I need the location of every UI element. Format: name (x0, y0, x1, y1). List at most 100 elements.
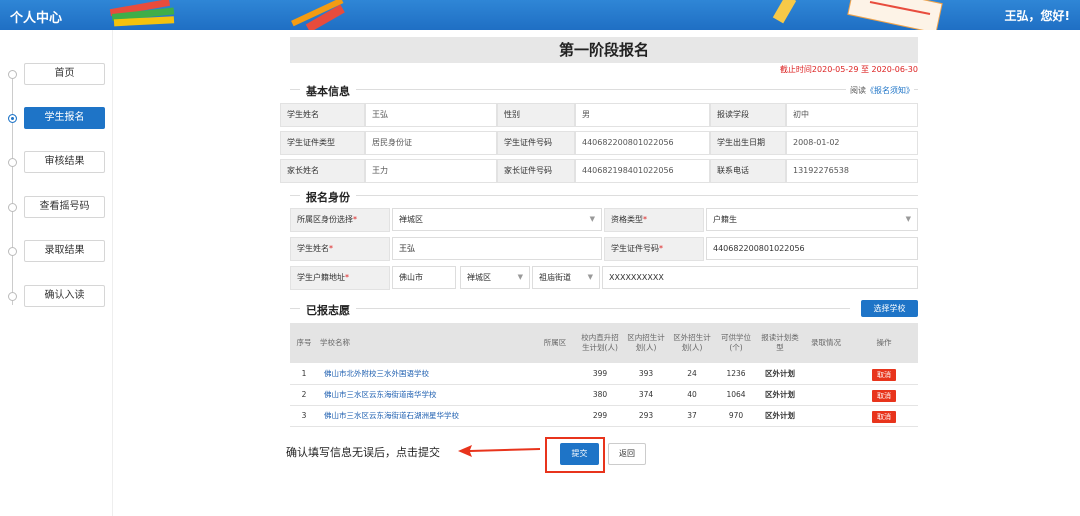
timeline-dot (8, 203, 17, 212)
select-school-button[interactable]: 选择学校 (861, 300, 918, 317)
address-label: 学生户籍地址* (290, 266, 390, 290)
info-value: 居民身份证 (365, 131, 497, 155)
row-plan-type: 区外计划 (765, 369, 795, 378)
info-label: 学生证件类型 (280, 131, 365, 155)
timeline-dot (8, 70, 17, 79)
section-label: 已报志愿 (300, 302, 356, 318)
notebook-icon (847, 0, 943, 30)
notice-link[interactable]: 《报名须知》 (866, 86, 914, 95)
row-no: 1 (301, 369, 307, 378)
info-label: 报读学段 (710, 103, 786, 127)
info-value: 440682198401022056 (575, 159, 710, 183)
column-header: 可供学位(个) (721, 333, 751, 352)
table-header: 序号 学校名称 所属区 校内直升招生计划(人) 区内招生计划(人) 区外招生计划… (290, 323, 918, 363)
submit-button[interactable]: 提交 (560, 443, 599, 465)
section-divider (290, 308, 850, 309)
cancel-button[interactable]: 取消 (872, 411, 896, 423)
top-header: 个人中心 王弘，您好! (0, 0, 1080, 30)
row-inner-plan: 399 (592, 369, 608, 378)
row-no: 2 (301, 390, 307, 399)
address-district-select[interactable]: 禅城区 ▼ (460, 266, 530, 289)
column-header: 校内直升招生计划(人) (581, 333, 619, 352)
row-plan-type: 区外计划 (765, 411, 795, 420)
table-row: 3 佛山市三水区云东海街道石湖洲星华学校 299 293 37 970 区外计划… (290, 406, 918, 427)
district-select[interactable]: 禅城区 ▼ (392, 208, 602, 231)
timeline-dot (8, 158, 17, 167)
column-header: 报读计划类型 (761, 333, 799, 352)
school-name-link[interactable]: 佛山市北外附校三水外国语学校 (324, 364, 534, 384)
info-label: 性别 (497, 103, 575, 127)
chevron-down-icon: ▼ (587, 273, 593, 281)
student-id-label: 学生证件号码* (604, 237, 704, 261)
read-notice: 阅读《报名须知》 (846, 85, 914, 96)
info-value: 440682200801022056 (575, 131, 710, 155)
qualification-label: 资格类型* (604, 208, 704, 232)
section-label: 基本信息 (300, 83, 356, 99)
sidebar-item-registration[interactable]: 学生报名 (24, 107, 105, 129)
row-seats: 1064 (726, 390, 746, 399)
timeline-dot (8, 292, 17, 301)
info-value: 王弘 (365, 103, 497, 127)
student-name-label: 学生姓名* (290, 237, 390, 261)
district-label: 所属区身份选择* (290, 208, 390, 232)
sidebar-item-home[interactable]: 首页 (24, 63, 105, 85)
back-button[interactable]: 返回 (608, 443, 646, 465)
row-out-district-plan: 40 (687, 390, 697, 399)
section-wishes: 已报志愿 (290, 302, 850, 318)
submit-hint: 确认填写信息无误后，点击提交 (286, 446, 440, 459)
address-city-field[interactable]: 佛山市 (392, 266, 456, 289)
info-label: 学生姓名 (280, 103, 365, 127)
student-name-field[interactable]: 王弘 (392, 237, 602, 260)
row-seats: 1236 (726, 369, 746, 378)
pencil-icon (291, 0, 345, 30)
cancel-button[interactable]: 取消 (872, 390, 896, 402)
section-divider (290, 195, 918, 196)
school-name-link[interactable]: 佛山市三水区云东海街道石湖洲星华学校 (324, 406, 534, 426)
chevron-down-icon: ▼ (905, 215, 911, 223)
section-divider (290, 89, 918, 90)
column-header: 所属区 (543, 338, 567, 347)
column-header: 录取情况 (811, 338, 841, 347)
chevron-down-icon: ▼ (589, 215, 595, 223)
section-label: 报名身份 (300, 189, 356, 205)
sidebar-item-review-result[interactable]: 审核结果 (24, 151, 105, 173)
read-prefix: 阅读 (850, 86, 866, 95)
sidebar-item-confirm-enrollment[interactable]: 确认入读 (24, 285, 105, 307)
address-street-select[interactable]: 祖庙街道 ▼ (532, 266, 600, 289)
sidebar-item-admission-result[interactable]: 录取结果 (24, 240, 105, 262)
student-id-field[interactable]: 440682200801022056 (706, 237, 918, 260)
column-header: 操作 (876, 338, 892, 347)
timeline-dot-active (8, 114, 17, 123)
row-admission (804, 385, 848, 405)
row-district (535, 385, 575, 405)
info-label: 学生出生日期 (710, 131, 786, 155)
column-header: 序号 (296, 338, 312, 347)
row-district (535, 406, 575, 426)
row-inner-plan: 380 (592, 390, 608, 399)
sidebar-timeline (12, 75, 13, 305)
row-no: 3 (301, 411, 307, 420)
row-inner-plan: 299 (592, 411, 608, 420)
info-label: 学生证件号码 (497, 131, 575, 155)
column-header: 区内招生计划(人) (627, 333, 665, 352)
row-in-district-plan: 393 (638, 369, 654, 378)
address-detail-field[interactable]: XXXXXXXXXX (602, 266, 918, 289)
timeline-dot (8, 247, 17, 256)
row-admission (804, 406, 848, 426)
table-row: 2 佛山市三水区云东海街道南华学校 380 374 40 1064 区外计划 取… (290, 385, 918, 406)
qualification-select[interactable]: 户籍生 ▼ (706, 208, 918, 231)
header-title: 个人中心 (10, 11, 63, 26)
cancel-button[interactable]: 取消 (872, 369, 896, 381)
row-seats: 970 (728, 411, 744, 420)
row-out-district-plan: 37 (687, 411, 697, 420)
info-value: 男 (575, 103, 710, 127)
row-plan-type: 区外计划 (765, 390, 795, 399)
info-value: 2008-01-02 (786, 131, 918, 155)
sidebar-item-lottery-code[interactable]: 查看摇号码 (24, 196, 105, 218)
school-name-link[interactable]: 佛山市三水区云东海街道南华学校 (324, 385, 534, 405)
section-identity: 报名身份 (290, 189, 918, 205)
table-row: 1 佛山市北外附校三水外国语学校 399 393 24 1236 区外计划 取消 (290, 364, 918, 385)
section-basic-info: 基本信息 阅读《报名须知》 (290, 83, 918, 99)
column-header: 学校名称 (320, 338, 350, 347)
sidebar: 首页 学生报名 审核结果 查看摇号码 录取结果 确认入读 (0, 30, 113, 516)
